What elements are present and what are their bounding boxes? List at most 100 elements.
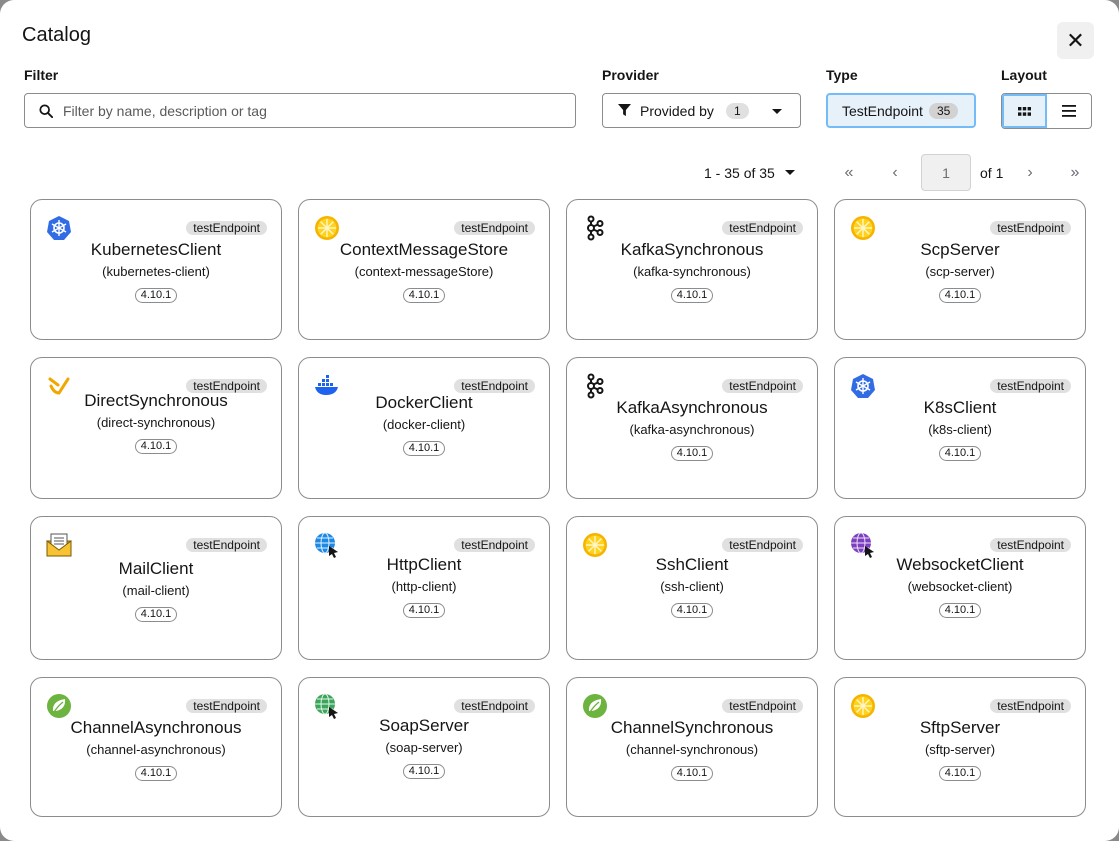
card-tag: testEndpoint — [990, 699, 1071, 713]
kafka-icon — [582, 373, 608, 399]
next-page-button[interactable]: › — [1017, 154, 1043, 191]
card-name: K8sClient — [923, 398, 997, 417]
close-icon: ✕ — [1066, 27, 1085, 53]
card-id: (kafka-asynchronous) — [629, 422, 755, 437]
card-id: (context-messageStore) — [354, 264, 494, 279]
layout-label: Layout — [1001, 67, 1047, 83]
chevron-right-icon: › — [1027, 163, 1033, 181]
catalog-card[interactable]: testEndpoint K8sClient (k8s-client) 4.10.1 — [834, 357, 1086, 499]
first-page-button[interactable]: « — [836, 154, 862, 191]
catalog-card[interactable]: testEndpoint KafkaAsynchronous (kafka-asyn… — [566, 357, 818, 499]
version-badge: 4.10.1 — [402, 441, 446, 456]
version-badge: 4.10.1 — [938, 766, 982, 781]
card-name: MailClient — [118, 559, 194, 578]
citrus-icon — [314, 215, 340, 241]
card-id: (kafka-synchronous) — [633, 264, 751, 279]
version-badge: 4.10.1 — [938, 446, 982, 461]
per-page-dropdown[interactable]: 1 - 35 of 35 — [704, 154, 795, 191]
card-tag: testEndpoint — [186, 538, 267, 552]
catalog-card[interactable]: testEndpoint KubernetesClient (kubernetes-… — [30, 199, 282, 340]
card-id: (soap-server) — [385, 740, 463, 755]
card-tag: testEndpoint — [722, 538, 803, 552]
catalog-card[interactable]: testEndpoint ChannelAsynchronous (channel-… — [30, 677, 282, 817]
citrus-icon — [582, 532, 608, 558]
search-input[interactable] — [61, 101, 575, 120]
card-id: (channel-synchronous) — [625, 742, 759, 757]
card-tag: testEndpoint — [454, 379, 535, 393]
version-badge: 4.10.1 — [402, 288, 446, 303]
last-page-button[interactable]: » — [1062, 154, 1088, 191]
filter-search-box — [24, 93, 576, 128]
card-tag: testEndpoint — [990, 379, 1071, 393]
spring-icon — [582, 693, 608, 719]
type-label: Type — [826, 67, 858, 83]
citrus-icon — [850, 693, 876, 719]
card-id: (kubernetes-client) — [102, 264, 210, 279]
http-globe-icon — [314, 532, 340, 558]
pagination-range: 1 - 35 of 35 — [704, 164, 775, 181]
catalog-card[interactable]: testEndpoint SshClient (ssh-client) 4.10.1 — [566, 516, 818, 660]
version-badge: 4.10.1 — [938, 603, 982, 618]
previous-page-button[interactable]: ‹ — [882, 154, 908, 191]
version-badge: 4.10.1 — [670, 446, 714, 461]
catalog-card[interactable]: testEndpoint DockerClient (docker-client) 4… — [298, 357, 550, 499]
card-id: (ssh-client) — [660, 579, 724, 594]
card-tag: testEndpoint — [454, 538, 535, 552]
citrus-icon — [850, 215, 876, 241]
catalog-card[interactable]: testEndpoint MailClient (mail-client) 4.10.… — [30, 516, 282, 660]
card-tag: testEndpoint — [722, 699, 803, 713]
kubernetes-icon — [850, 373, 876, 399]
version-badge: 4.10.1 — [134, 439, 178, 454]
search-icon — [39, 103, 53, 118]
provider-button-label: Provided by — [640, 102, 714, 119]
version-badge: 4.10.1 — [134, 766, 178, 781]
card-tag: testEndpoint — [990, 221, 1071, 235]
direct-icon — [46, 373, 72, 399]
type-dropdown[interactable]: TestEndpoint 35 — [826, 93, 976, 128]
grid-layout-button[interactable] — [1002, 94, 1047, 128]
dialog-title: Catalog — [22, 24, 91, 46]
version-badge: 4.10.1 — [402, 603, 446, 618]
docker-icon — [314, 373, 340, 399]
list-layout-button[interactable] — [1047, 94, 1091, 128]
card-tag: testEndpoint — [186, 221, 267, 235]
catalog-card[interactable]: testEndpoint ChannelSynchronous (channel-s… — [566, 677, 818, 817]
catalog-card[interactable]: testEndpoint ContextMessageStore (context-… — [298, 199, 550, 340]
spring-icon — [46, 693, 72, 719]
card-name: KafkaSynchronous — [620, 240, 764, 259]
kafka-icon — [582, 215, 608, 241]
catalog-card[interactable]: testEndpoint HttpClient (http-client) 4.10.… — [298, 516, 550, 660]
filter-icon — [618, 104, 631, 117]
catalog-card[interactable]: testEndpoint WebsocketClient (websocket-cl… — [834, 516, 1086, 660]
catalog-card[interactable]: testEndpoint ScpServer (scp-server) 4.10.1 — [834, 199, 1086, 340]
double-chevron-right-icon: » — [1070, 163, 1080, 181]
card-id: (sftp-server) — [924, 742, 996, 757]
kubernetes-icon — [46, 215, 72, 241]
card-id: (channel-asynchronous) — [86, 742, 226, 757]
catalog-card[interactable]: testEndpoint KafkaSynchronous (kafka-synch… — [566, 199, 818, 340]
card-tag: testEndpoint — [454, 699, 535, 713]
list-icon — [1062, 105, 1076, 117]
version-badge: 4.10.1 — [670, 766, 714, 781]
card-tag: testEndpoint — [186, 699, 267, 713]
card-name: ScpServer — [920, 240, 1000, 259]
catalog-card[interactable]: testEndpoint DirectSynchronous (direct-syn… — [30, 357, 282, 499]
version-badge: 4.10.1 — [402, 764, 446, 779]
provider-dropdown[interactable]: Provided by 1 — [602, 93, 801, 128]
version-badge: 4.10.1 — [670, 603, 714, 618]
card-tag: testEndpoint — [186, 379, 267, 393]
version-badge: 4.10.1 — [938, 288, 982, 303]
card-id: (scp-server) — [925, 264, 995, 279]
layout-toggle-group — [1001, 93, 1092, 129]
card-id: (direct-synchronous) — [96, 415, 216, 430]
current-page-input[interactable]: 1 — [921, 154, 971, 191]
double-chevron-left-icon: « — [844, 163, 854, 181]
card-id: (http-client) — [391, 579, 457, 594]
card-tag: testEndpoint — [722, 379, 803, 393]
card-name: ChannelAsynchronous — [70, 718, 242, 737]
catalog-card[interactable]: testEndpoint SftpServer (sftp-server) 4.10.… — [834, 677, 1086, 817]
card-name: KafkaAsynchronous — [616, 398, 768, 417]
catalog-card[interactable]: testEndpoint SoapServer (soap-server) 4.10.… — [298, 677, 550, 817]
catalog-dialog: Catalog ✕ Filter Provider Type Layout Pr… — [0, 0, 1119, 841]
close-button[interactable]: ✕ — [1057, 22, 1094, 59]
